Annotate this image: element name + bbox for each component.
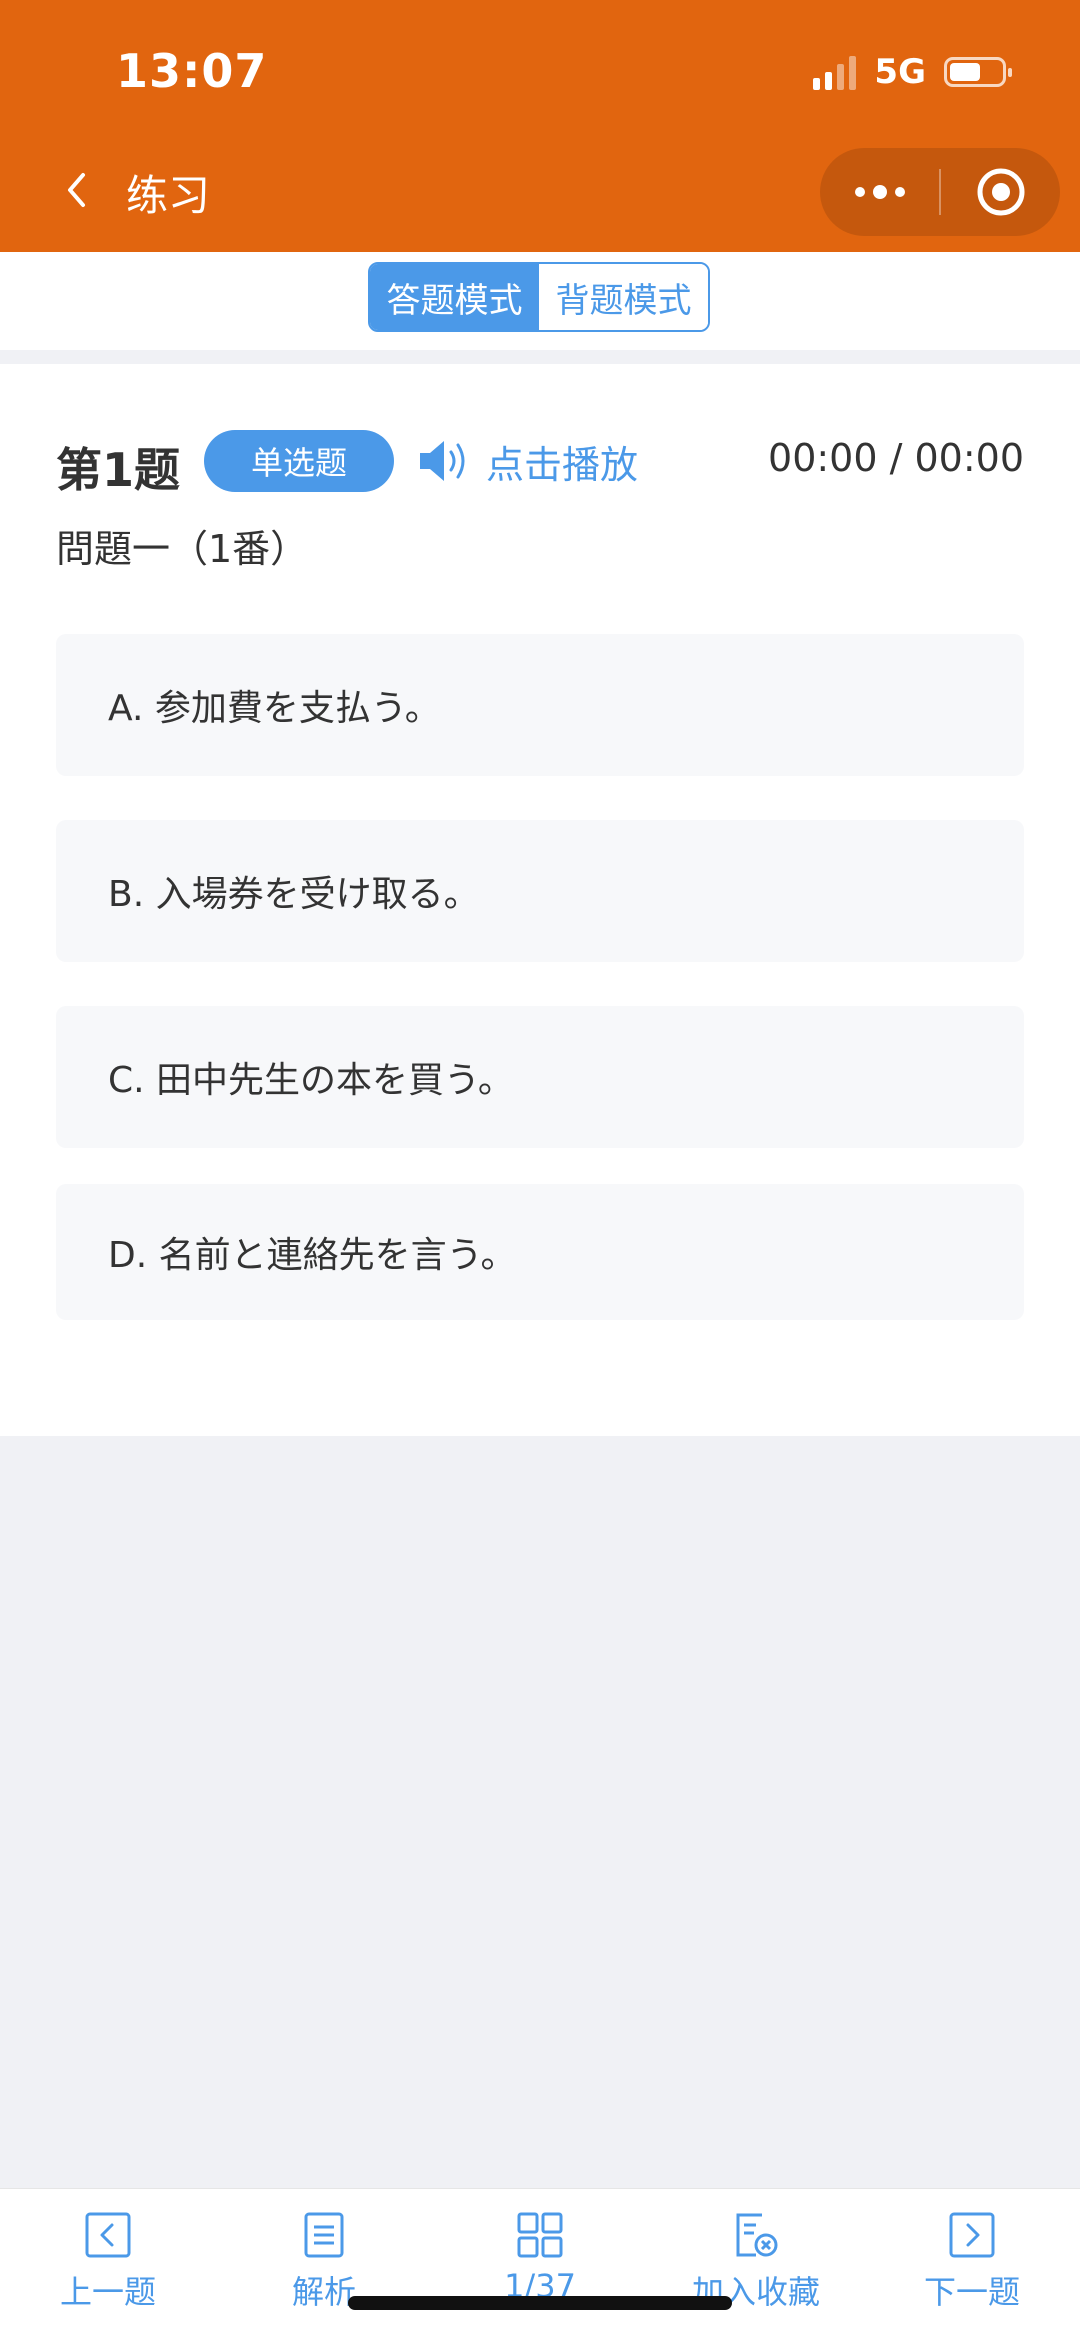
- favorite-add-icon: [736, 2213, 778, 2257]
- question-card: 第1题 单选题 点击播放 00:00 / 00:00 問題一（1番） A. 参加…: [0, 364, 1080, 1436]
- target-icon: [977, 168, 1024, 216]
- option-d[interactable]: D. 名前と連絡先を言う。: [56, 1184, 1024, 1320]
- play-audio-button[interactable]: 点击播放: [418, 430, 638, 492]
- option-b[interactable]: B. 入場券を受け取る。: [56, 820, 1024, 962]
- mode-area: 答题模式 背题模式: [0, 252, 1080, 350]
- prev-icon: [85, 2212, 131, 2258]
- audio-timer: 00:00 / 00:00: [768, 436, 1024, 480]
- close-target-button[interactable]: [941, 166, 1060, 218]
- add-favorite-button[interactable]: 加入收藏: [648, 2189, 864, 2338]
- analysis-label: 解析: [291, 2273, 356, 2311]
- option-text: B. 入場券を受け取る。: [108, 874, 480, 915]
- option-c[interactable]: C. 田中先生の本を買う。: [56, 1006, 1024, 1148]
- question-text: 問題一（1番）: [56, 527, 309, 571]
- prev-question-label: 上一题: [59, 2273, 156, 2311]
- more-button[interactable]: [820, 182, 939, 202]
- network-type: 5G: [874, 52, 926, 92]
- next-question-button[interactable]: 下一题: [864, 2189, 1080, 2338]
- analysis-icon: [304, 2212, 344, 2258]
- mode-memorize-button[interactable]: 背题模式: [539, 264, 708, 330]
- question-number: 第1题: [56, 443, 181, 497]
- option-text: D. 名前と連絡先を言う。: [108, 1235, 517, 1276]
- mini-program-capsule: [820, 148, 1060, 236]
- bottom-toolbar: 上一题 解析 1/37 加入收藏 下一题: [0, 2188, 1080, 2338]
- option-text: C. 田中先生の本を買う。: [108, 1060, 514, 1101]
- analysis-button[interactable]: 解析: [216, 2189, 432, 2338]
- back-button[interactable]: [56, 160, 96, 220]
- play-audio-label: 点击播放: [486, 442, 639, 487]
- header: 13:07 5G 练习: [0, 0, 1080, 252]
- mode-switch: 答题模式 背题模式: [368, 262, 710, 332]
- battery-icon: [944, 57, 1012, 87]
- next-icon: [949, 2212, 995, 2258]
- page-title: 练习: [126, 171, 211, 220]
- signal-icon: [813, 54, 857, 90]
- next-question-label: 下一题: [923, 2273, 1020, 2311]
- question-index-button[interactable]: 1/37: [432, 2189, 648, 2338]
- question-type-badge: 单选题: [204, 430, 394, 492]
- mode-answer-button[interactable]: 答题模式: [370, 264, 539, 330]
- speaker-icon: [420, 441, 465, 481]
- option-text: A. 参加費を支払う。: [108, 688, 441, 729]
- home-indicator[interactable]: [348, 2296, 732, 2310]
- option-a[interactable]: A. 参加費を支払う。: [56, 634, 1024, 776]
- status-time: 13:07: [116, 44, 268, 98]
- more-dots-icon: [854, 185, 905, 199]
- chevron-left-icon: [68, 173, 85, 207]
- grid-icon: [517, 2212, 563, 2258]
- status-icons: 5G: [813, 52, 1012, 92]
- prev-question-button[interactable]: 上一题: [0, 2189, 216, 2338]
